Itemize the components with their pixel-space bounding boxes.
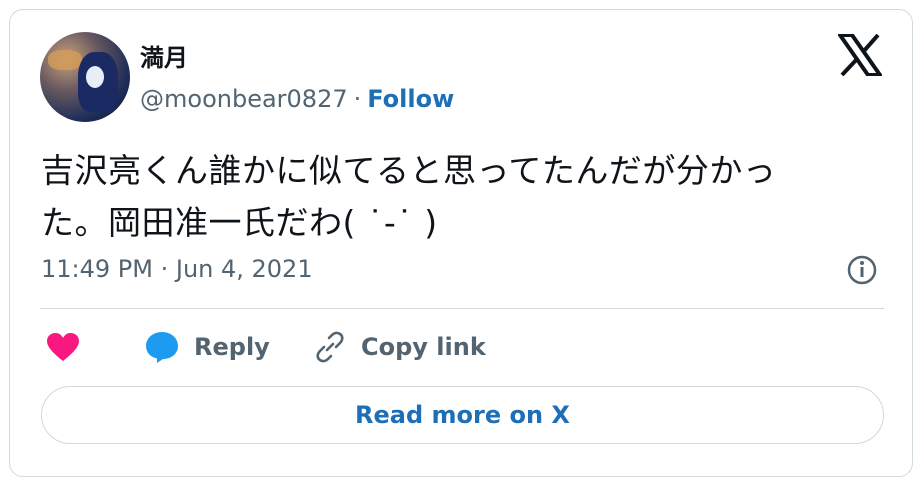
copy-link-label: Copy link bbox=[361, 333, 486, 361]
reply-label: Reply bbox=[194, 333, 270, 361]
heart-icon bbox=[47, 333, 79, 361]
avatar[interactable] bbox=[40, 32, 130, 122]
info-icon[interactable] bbox=[846, 254, 878, 286]
action-bar: Reply Copy link bbox=[0, 325, 923, 369]
follow-button[interactable]: Follow bbox=[367, 85, 454, 113]
separator-dot: · bbox=[353, 85, 362, 113]
author-handle-row: @moonbear0827 · Follow bbox=[140, 85, 454, 113]
tweet-line-2: た。岡田准一氏だわ( ˙-˙ ) bbox=[41, 203, 438, 242]
link-icon bbox=[316, 331, 344, 363]
divider bbox=[40, 308, 884, 309]
author-name[interactable]: 満月 bbox=[140, 38, 188, 73]
tweet-line-1: 吉沢亮くん誰かに似てると思ってたんだが分かっ bbox=[41, 151, 777, 190]
read-more-button[interactable]: Read more on X bbox=[41, 386, 884, 444]
reply-bubble-icon bbox=[146, 332, 178, 363]
reply-button[interactable]: Reply bbox=[144, 325, 270, 369]
x-logo-icon[interactable] bbox=[838, 34, 882, 76]
copy-link-button[interactable]: Copy link bbox=[313, 325, 486, 369]
tweet-timestamp[interactable]: 11:49 PM · Jun 4, 2021 bbox=[41, 255, 313, 283]
tweet-text: 吉沢亮くん誰かに似てると思ってたんだが分かっ た。岡田准一氏だわ( ˙-˙ ) bbox=[41, 145, 891, 249]
author-handle[interactable]: @moonbear0827 bbox=[140, 85, 348, 113]
like-button[interactable] bbox=[46, 325, 80, 369]
